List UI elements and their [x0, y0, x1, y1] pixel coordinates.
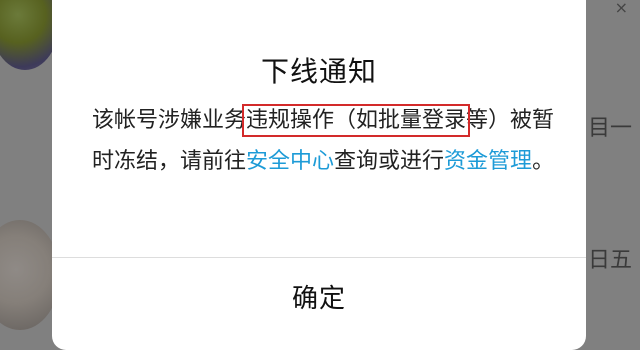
dialog-message: 该帐号涉嫌业务违规操作（如批量登录等）被暂时冻结，请前往安全中心查询或进行资金管… [92, 100, 562, 182]
message-text-4: 。 [532, 149, 555, 174]
dialog-title: 下线通知 [260, 55, 377, 88]
offline-notice-dialog: 下线通知 该帐号涉嫌业务违规操作（如批量登录等）被暂时冻结，请前往安全中心查询或… [52, 0, 586, 350]
confirm-button[interactable]: 确定 [52, 258, 586, 350]
message-text-3: 查询或进行 [334, 149, 445, 174]
fund-management-link[interactable]: 资金管理 [444, 149, 532, 174]
background-avatar-top [0, 0, 60, 70]
highlighted-violation-text: 违规操作（如批量登录 [242, 104, 471, 137]
background-side-text-2: 日五 [587, 248, 632, 273]
background-avatar-bottom [0, 220, 60, 330]
background-side-text-1: 目一 [587, 116, 632, 141]
security-center-link[interactable]: 安全中心 [246, 149, 334, 174]
confirm-button-label: 确定 [291, 284, 346, 314]
background-badge: × [614, 0, 628, 17]
message-text-1: 该帐号涉嫌业务 [92, 108, 247, 133]
